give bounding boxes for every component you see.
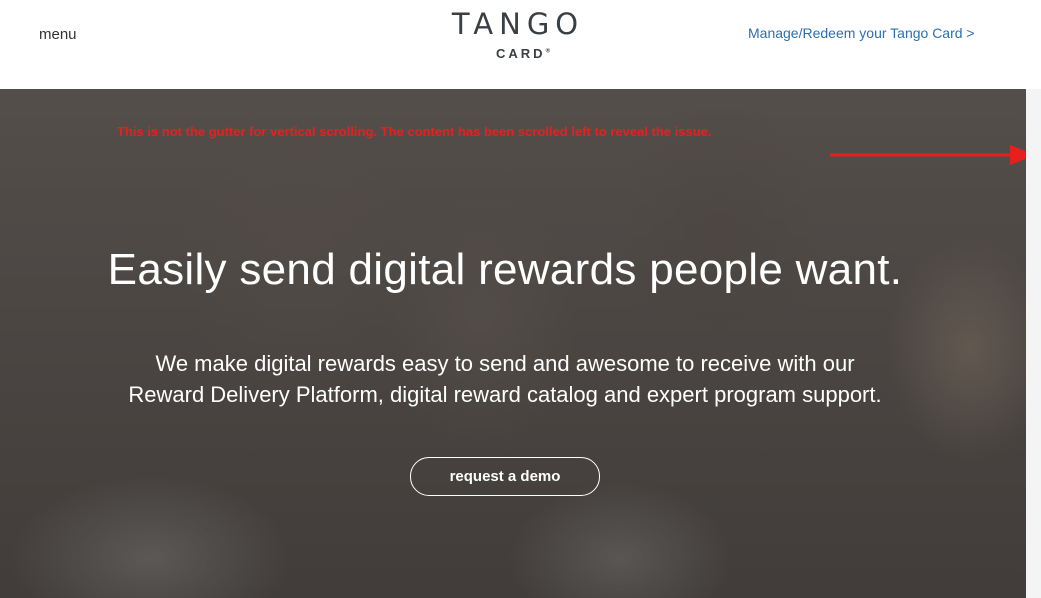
hero-subtitle-line-2: Reward Delivery Platform, digital reward… — [128, 382, 882, 407]
site-header: menu TANGO CARD® Manage/Redeem your Tang… — [0, 0, 1041, 89]
hero-title: Easily send digital rewards people want. — [107, 245, 903, 294]
annotation-arrow-icon — [830, 145, 1026, 165]
hero-section: This is not the gutter for vertical scro… — [0, 89, 1026, 598]
tango-card-logo[interactable]: TANGO CARD® — [433, 8, 603, 68]
menu-button[interactable]: menu — [39, 26, 77, 43]
hero-subtitle: We make digital rewards easy to send and… — [0, 348, 1010, 410]
horizontal-overflow-gutter — [1026, 89, 1041, 598]
request-demo-button[interactable]: request a demo — [410, 457, 600, 496]
page: menu TANGO CARD® Manage/Redeem your Tang… — [0, 0, 1041, 598]
annotation-text: This is not the gutter for vertical scro… — [117, 124, 712, 139]
registered-mark: ® — [545, 48, 550, 55]
manage-redeem-link[interactable]: Manage/Redeem your Tango Card > — [748, 25, 975, 41]
logo-card-text: CARD — [496, 46, 546, 61]
logo-wordmark: TANGO — [451, 7, 585, 41]
logo-subtext: CARD® — [443, 46, 603, 61]
hero-subtitle-line-1: We make digital rewards easy to send and… — [155, 351, 855, 376]
